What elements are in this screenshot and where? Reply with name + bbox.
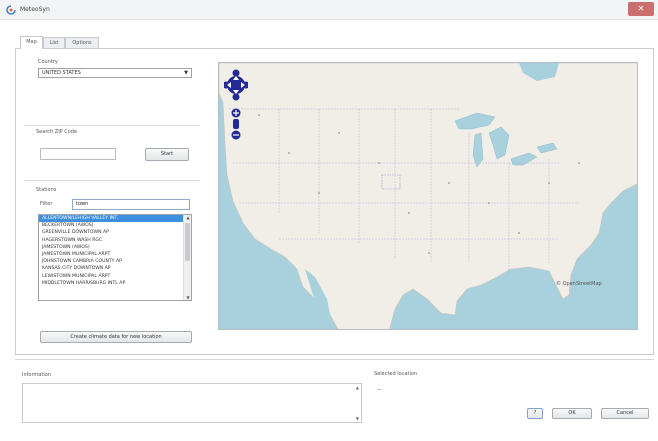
tab-map[interactable]: Map bbox=[20, 36, 43, 49]
selected-location-label: Selected location bbox=[374, 371, 418, 377]
info-scroll-down-icon[interactable]: ▼ bbox=[356, 416, 359, 421]
country-select[interactable]: UNITED STATES ▼ bbox=[38, 68, 192, 78]
information-box: ▲ ▼ bbox=[22, 383, 362, 423]
zip-group-label: Search ZIP Code bbox=[36, 129, 78, 135]
create-climate-data-button[interactable]: Create climate data for new location bbox=[40, 331, 192, 343]
land-mass bbox=[219, 63, 637, 329]
zip-input[interactable] bbox=[40, 148, 116, 160]
app-icon bbox=[6, 5, 16, 15]
station-list-item[interactable]: GREENVILLE DOWNTOWN AP bbox=[39, 229, 191, 236]
scroll-thumb[interactable] bbox=[185, 223, 190, 261]
map-view[interactable] bbox=[218, 62, 638, 330]
osm-attribution: © OpenStreetMap bbox=[556, 281, 602, 287]
scroll-up-icon[interactable]: ▲ bbox=[184, 215, 191, 220]
ok-button-label: OK bbox=[568, 410, 576, 416]
zip-group-separator bbox=[24, 125, 200, 126]
stations-list[interactable]: ALLENTOWN/LEHIGH VALLEY INT. BECKERTOWN (… bbox=[38, 214, 192, 301]
tab-list[interactable]: List bbox=[43, 37, 65, 48]
window-title: MeteoSyn bbox=[20, 6, 50, 13]
start-button-label: Start bbox=[160, 151, 174, 157]
filter-input-value: town bbox=[76, 201, 89, 207]
stations-group-label: Stations bbox=[36, 187, 57, 193]
station-list-item[interactable]: JAMESTOWN MUNICIPAL ARPT bbox=[39, 251, 191, 258]
zoom-out-icon bbox=[231, 130, 241, 140]
zoom-in-icon bbox=[231, 108, 241, 118]
help-button[interactable]: ? bbox=[527, 408, 543, 419]
station-list-item[interactable]: MIDDLETOWN HARRISBURG INTL AP bbox=[39, 280, 191, 287]
ok-button[interactable]: OK bbox=[552, 408, 592, 419]
cancel-button[interactable]: Cancel bbox=[601, 408, 649, 419]
station-list-item[interactable]: BECKERTOWN (AWOS) bbox=[39, 222, 191, 229]
tab-map-label: Map bbox=[26, 39, 37, 45]
info-scroll-up-icon[interactable]: ▲ bbox=[356, 385, 359, 390]
chevron-down-icon: ▼ bbox=[184, 70, 188, 76]
station-list-item[interactable]: HAGERSTOWN WASH RGC bbox=[39, 237, 191, 244]
tab-list-label: List bbox=[49, 40, 59, 46]
bottom-separator bbox=[15, 359, 654, 360]
tab-options[interactable]: Options bbox=[65, 37, 99, 48]
stations-group-separator bbox=[24, 180, 200, 181]
country-selected-value: UNITED STATES bbox=[42, 70, 81, 76]
map-canvas bbox=[219, 63, 637, 329]
create-climate-data-label: Create climate data for new location bbox=[70, 334, 162, 340]
information-label: Information bbox=[22, 372, 51, 378]
help-button-label: ? bbox=[533, 410, 537, 416]
tab-options-label: Options bbox=[72, 40, 92, 46]
close-button[interactable]: ✕ bbox=[628, 2, 654, 16]
selected-location-value: -- bbox=[377, 386, 382, 393]
station-list-item[interactable]: JOHNSTOWN CAMBRIA COUNTY AP bbox=[39, 258, 191, 265]
filter-label: Filter bbox=[40, 201, 53, 207]
stations-scrollbar[interactable]: ▲ ▼ bbox=[183, 215, 191, 300]
filter-input[interactable]: town bbox=[72, 199, 190, 210]
start-button[interactable]: Start bbox=[145, 148, 189, 161]
pan-control-icon bbox=[224, 69, 248, 101]
map-navigation-controls bbox=[224, 69, 248, 140]
scroll-down-icon[interactable]: ▼ bbox=[184, 295, 191, 300]
station-list-item[interactable]: ALLENTOWN/LEHIGH VALLEY INT. bbox=[39, 215, 191, 223]
station-list-item[interactable]: JAMESTOWN (AWOS) bbox=[39, 244, 191, 251]
zoom-slider-icon bbox=[233, 119, 239, 129]
station-list-item[interactable]: LEWISTOWN MUNICIPAL ARPT bbox=[39, 273, 191, 280]
title-bar: MeteoSyn ✕ bbox=[0, 0, 658, 20]
station-list-item[interactable]: KANSAS CITY DOWNTOWN AP bbox=[39, 265, 191, 272]
country-label: Country bbox=[38, 59, 58, 65]
cancel-button-label: Cancel bbox=[616, 410, 634, 416]
